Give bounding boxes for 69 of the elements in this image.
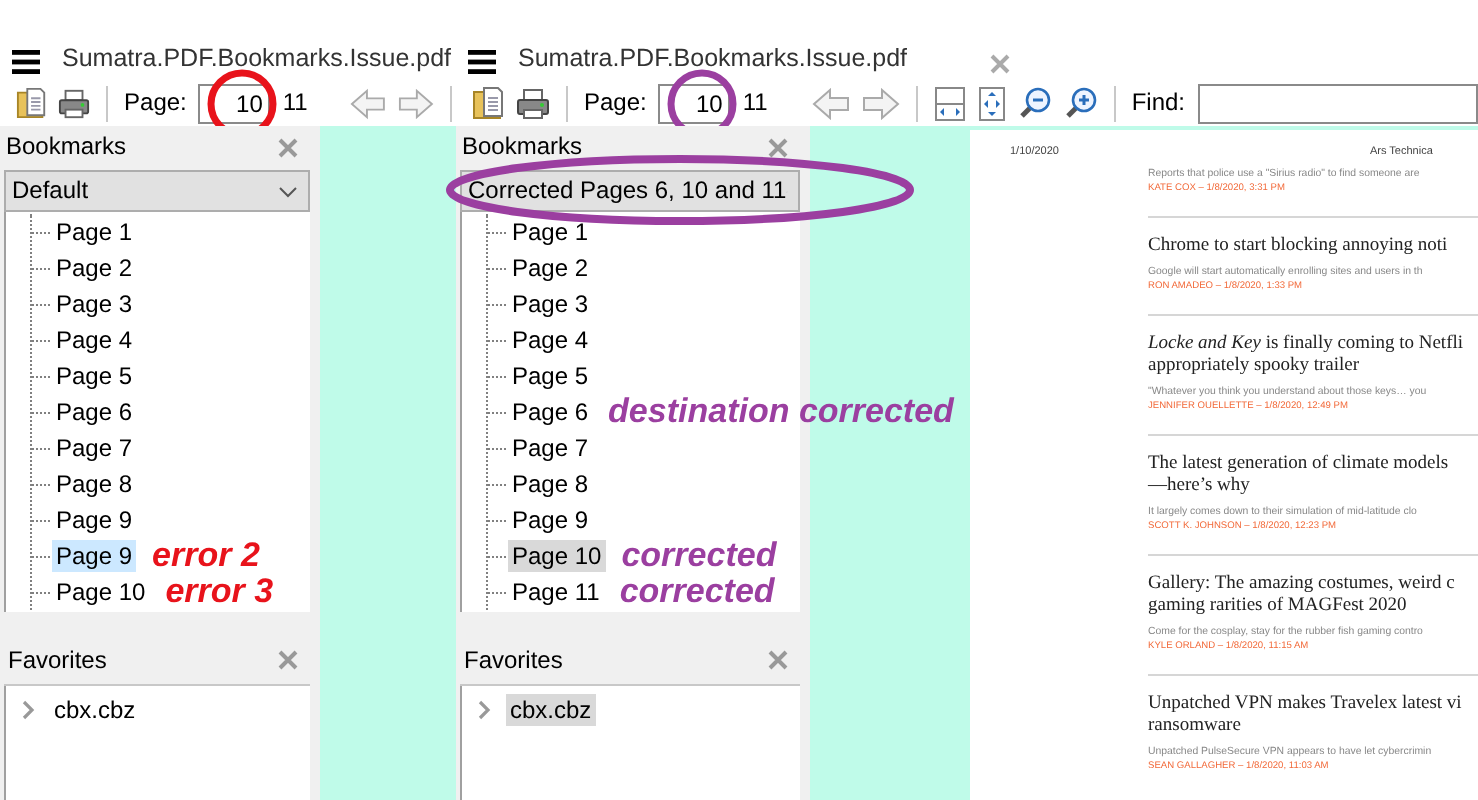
window-title: Sumatra.PDF.Bookmarks.Issue.pdf <box>62 44 452 74</box>
bookmark-item[interactable]: Page 2 <box>52 251 137 285</box>
close-icon[interactable] <box>278 137 298 157</box>
close-icon[interactable] <box>768 137 788 157</box>
panel-title: Favorites <box>8 645 107 675</box>
document-folder-icon[interactable] <box>472 86 504 120</box>
favorite-item[interactable]: cbx.cbz <box>506 694 596 727</box>
menu-icon[interactable] <box>468 50 496 74</box>
annotation-note: error 2 <box>152 538 260 574</box>
favorite-item[interactable]: cbx.cbz <box>50 694 140 727</box>
bookmark-item[interactable]: Page 6 <box>508 395 593 429</box>
right-arrow-icon[interactable] <box>861 87 900 119</box>
bookmark-item[interactable]: Page 5 <box>52 359 137 393</box>
panel-title: Favorites <box>464 645 563 675</box>
bookmarks-dropdown[interactable]: Corrected Pages 6, 10 and 11 <box>460 170 800 212</box>
article-headline[interactable]: Locke and Key is finally coming to Netfli appropriately spooky trailer <box>1148 333 1478 378</box>
find-field[interactable] <box>1197 83 1478 123</box>
bookmark-item[interactable]: Page 10 <box>52 575 150 609</box>
document-folder-icon[interactable] <box>16 86 47 120</box>
annotation-note: corrected <box>619 574 775 610</box>
zoom-in-icon[interactable] <box>1063 86 1098 120</box>
bookmark-item[interactable]: Page 8 <box>508 467 593 501</box>
article-headline[interactable]: Gallery: The amazing costumes, weird c gaming rarities of MAGFest 2020 <box>1148 573 1478 618</box>
page-count: 11 <box>742 88 768 118</box>
chevron-right-icon[interactable] <box>478 700 492 721</box>
bookmark-item[interactable]: Page 11 <box>508 575 604 609</box>
bookmark-item[interactable]: Page 1 <box>52 215 137 249</box>
bookmark-item[interactable]: Page 1 <box>508 215 593 249</box>
panel-title: Bookmarks <box>462 132 583 162</box>
panel-title: Bookmarks <box>6 132 127 162</box>
annotation-note: error 3 <box>165 574 274 610</box>
close-icon[interactable] <box>989 54 1010 74</box>
printer-icon[interactable] <box>516 87 550 119</box>
article-headline[interactable]: Unpatched VPN makes Travelex latest vi ransomware <box>1148 693 1478 738</box>
left-arrow-icon[interactable] <box>811 87 850 119</box>
bookmark-item[interactable]: Page 6 <box>52 395 137 429</box>
annotation-note: corrected <box>621 538 777 574</box>
bookmark-item[interactable]: Page 2 <box>508 251 593 285</box>
bookmark-item[interactable]: Page 3 <box>508 287 593 321</box>
bookmark-item[interactable]: Page 9 <box>52 503 137 537</box>
bookmark-item[interactable]: Page 4 <box>52 323 137 357</box>
annotation-note: destination corrected <box>608 394 954 430</box>
page-label: Page: <box>124 88 187 118</box>
close-icon[interactable] <box>278 650 298 670</box>
fit-page-icon[interactable] <box>977 85 1006 121</box>
bookmark-item[interactable]: Page 3 <box>52 287 137 321</box>
right-arrow-icon[interactable] <box>398 87 435 119</box>
bookmark-item[interactable]: Page 9 <box>508 503 593 537</box>
zoom-out-icon[interactable] <box>1017 86 1052 120</box>
printer-icon[interactable] <box>58 87 91 119</box>
window-title: Sumatra.PDF.Bookmarks.Issue.pdf <box>518 44 908 74</box>
bookmark-item[interactable]: Page 7 <box>52 431 137 465</box>
article-headline[interactable]: Chrome to start blocking annoying noti <box>1148 235 1478 258</box>
bookmarks-dropdown[interactable]: Default <box>4 170 310 212</box>
bookmark-item[interactable]: Page 5 <box>508 359 593 393</box>
close-icon[interactable] <box>768 650 788 670</box>
menu-icon[interactable] <box>12 50 40 74</box>
bookmark-item[interactable]: Page 10 <box>508 539 606 573</box>
chevron-right-icon[interactable] <box>22 700 36 721</box>
article-headline[interactable]: The latest generation of climate models —here’s why <box>1148 453 1478 498</box>
bookmark-item[interactable]: Page 7 <box>508 431 593 465</box>
left-arrow-icon[interactable] <box>350 87 387 119</box>
bookmark-item[interactable]: Page 4 <box>508 323 593 357</box>
find-label: Find: <box>1131 88 1186 118</box>
page-count: 11 <box>282 88 308 118</box>
fit-width-icon[interactable] <box>933 85 966 121</box>
bookmark-item[interactable]: Page 8 <box>52 467 137 501</box>
bookmark-item[interactable]: Page 9 <box>52 539 137 573</box>
page-label: Page: <box>584 88 647 118</box>
